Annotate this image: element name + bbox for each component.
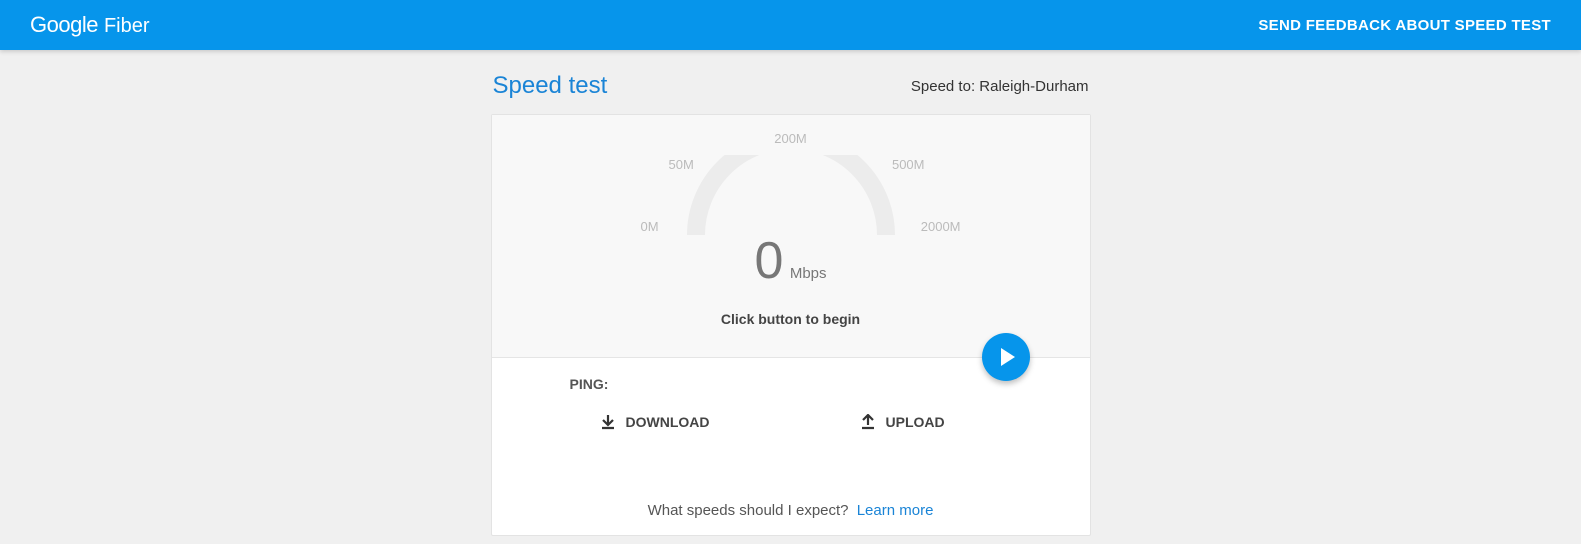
download-icon	[600, 414, 616, 430]
start-test-button[interactable]	[982, 333, 1030, 381]
page-title: Speed test	[493, 72, 608, 100]
speed-readout: 0 Mbps	[492, 231, 1090, 291]
gauge-tick-200: 200M	[774, 131, 807, 146]
location-label: Speed to: Raleigh-Durham	[911, 78, 1089, 95]
upload-label: UPLOAD	[886, 414, 945, 430]
instruction-text: Click button to begin	[492, 311, 1090, 327]
header: Google Fiber SEND FEEDBACK ABOUT SPEED T…	[0, 0, 1581, 50]
speed-to-location: Raleigh-Durham	[979, 78, 1088, 95]
download-label: DOWNLOAD	[626, 414, 710, 430]
title-bar: Speed test Speed to: Raleigh-Durham	[491, 72, 1091, 100]
main-content: Speed test Speed to: Raleigh-Durham 0M 5…	[491, 72, 1091, 536]
upload-icon	[860, 414, 876, 430]
download-metric: DOWNLOAD	[600, 414, 710, 430]
footer-question: What speeds should I expect?	[648, 502, 849, 519]
gauge-section: 0M 50M 200M 500M 2000M 0 Mbps Click butt…	[492, 115, 1090, 358]
speed-test-card: 0M 50M 200M 500M 2000M 0 Mbps Click butt…	[491, 114, 1091, 536]
gauge: 0M 50M 200M 500M 2000M	[631, 127, 951, 237]
speed-to-prefix: Speed to:	[911, 78, 979, 95]
upload-metric: UPLOAD	[860, 414, 945, 430]
logo[interactable]: Google Fiber	[30, 12, 150, 38]
download-upload-row: DOWNLOAD UPLOAD	[570, 414, 1050, 430]
learn-more-link[interactable]: Learn more	[857, 502, 934, 519]
footer-section: What speeds should I expect? Learn more	[492, 462, 1090, 535]
gauge-tick-2000: 2000M	[921, 219, 961, 234]
gauge-tick-0: 0M	[641, 219, 659, 234]
gauge-tick-50: 50M	[669, 157, 694, 172]
speed-unit: Mbps	[790, 265, 827, 282]
speed-value: 0	[754, 231, 783, 291]
logo-google-text: Google	[30, 12, 98, 38]
play-icon	[1001, 348, 1015, 366]
logo-fiber-text: Fiber	[104, 15, 150, 38]
gauge-tick-500: 500M	[892, 157, 925, 172]
ping-label: PING:	[570, 376, 1050, 392]
gauge-arc-icon	[686, 155, 896, 235]
send-feedback-link[interactable]: SEND FEEDBACK ABOUT SPEED TEST	[1258, 17, 1551, 34]
